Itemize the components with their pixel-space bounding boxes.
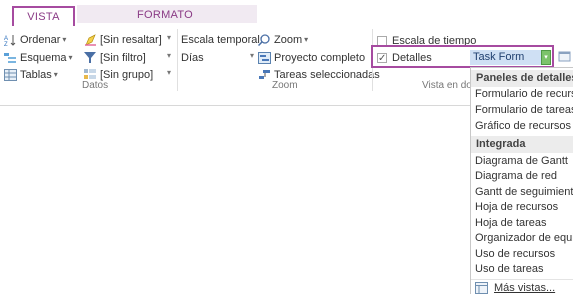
menu-item[interactable]: Formulario de tareas [471,103,573,118]
zoom-button[interactable]: Zoom ▾ [258,32,308,48]
menu-item[interactable]: Uso de recursos [471,247,573,262]
ribbon-tab-bar: VISTA FORMATO [0,0,573,27]
menu-item[interactable]: Gráfico de recursos [471,119,573,134]
menu-header-details-panes: Paneles de detalles [471,70,573,87]
highlight-dropdown[interactable]: [Sin resaltar] [84,32,162,48]
zoom-group-label: Zoom [272,80,298,91]
tab-vista[interactable]: VISTA [12,6,75,27]
filter-dropdown[interactable]: [Sin filtro] [84,50,146,66]
chevron-down-icon: ▾ [62,35,67,44]
menu-item[interactable]: Gantt de seguimiento [471,185,573,200]
sort-label: Ordenar [20,34,61,46]
menu-item[interactable]: Formulario de recursos [471,87,573,102]
chevron-down-icon: ▾ [304,35,309,44]
more-views-item[interactable]: Más vistas... [471,279,573,294]
svg-text:Z: Z [4,42,8,46]
group-divider [177,29,178,91]
menu-item[interactable]: Diagrama de red [471,169,573,184]
details-highlight-frame [371,45,554,68]
datos-group-label: Datos [82,80,109,91]
chevron-down-icon: ▾ [53,70,58,79]
tables-button[interactable]: Tablas ▾ [4,67,58,83]
table-icon [4,69,17,81]
sort-button[interactable]: AZ Ordenar ▾ [4,32,66,48]
menu-item[interactable]: Organizador de equipo [471,231,573,246]
menu-item[interactable]: Hoja de recursos [471,200,573,215]
entire-project-label: Proyecto completo [274,52,366,64]
chevron-down-icon: ▾ [68,53,73,62]
magnifier-icon [258,34,271,46]
highlight-value: [Sin resaltar] [100,34,162,46]
zoom-label: Zoom [274,34,303,46]
new-window-icon[interactable] [558,48,572,64]
vista-dos-group-label: Vista en dos [422,80,477,91]
tables-label: Tablas [20,69,52,81]
outline-label: Esquema [20,52,67,64]
highlighter-icon [84,34,97,46]
tab-formato[interactable]: FORMATO [110,8,220,23]
menu-header-builtin: Integrada [471,136,573,153]
outline-icon [4,52,17,64]
menu-item[interactable]: Uso de tareas [471,262,573,277]
menu-item[interactable]: Diagrama de Gantt [471,154,573,169]
outline-button[interactable]: Esquema ▾ [4,50,73,66]
entire-project-icon [258,52,271,64]
more-views-icon [475,281,488,294]
filter-icon [84,52,97,64]
filter-value: [Sin filtro] [100,52,146,64]
more-views-label: Más vistas... [494,281,556,294]
timescale-dropdown[interactable]: Días [181,50,256,66]
details-view-menu: Paneles de detalles Formulario de recurs… [470,67,573,294]
timescale-label: Escala temporal: [181,34,263,46]
menu-item[interactable]: Hoja de tareas [471,216,573,231]
sort-icon: AZ [4,34,17,46]
entire-project-button[interactable]: Proyecto completo [258,50,365,66]
selected-tasks-icon [258,69,271,81]
timescale-value: Días [181,52,204,64]
